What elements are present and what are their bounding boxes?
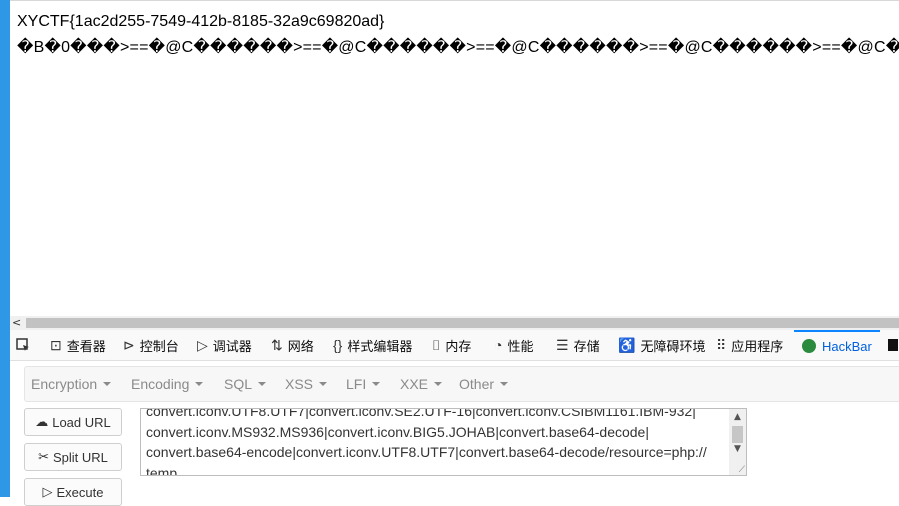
menu-encoding[interactable]: Encoding xyxy=(131,367,204,401)
menu-xss[interactable]: XSS xyxy=(285,367,328,401)
button-label: Split URL xyxy=(52,449,108,465)
tab-label: 网络 xyxy=(287,338,314,354)
scroll-down-icon[interactable]: ▼ xyxy=(729,441,746,457)
tab-label: 应用程序 xyxy=(731,338,784,354)
tab-inspector[interactable]: ⊡ 查看器 xyxy=(50,330,106,360)
tab-label: 内存 xyxy=(445,338,472,354)
chevron-down-icon xyxy=(258,382,267,386)
menu-label: Encoding xyxy=(131,376,190,392)
url-text[interactable]: convert.iconv.UTF8.UTF7|convert.iconv.SE… xyxy=(146,409,731,475)
menu-label: SQL xyxy=(224,376,253,392)
tab-label: 存储 xyxy=(573,338,600,354)
network-icon: ⇅ xyxy=(271,336,283,353)
button-label: Execute xyxy=(56,484,104,500)
hackbar-icon xyxy=(802,339,816,353)
inspector-icon: ⊡ xyxy=(50,336,62,353)
menu-label: LFI xyxy=(346,376,367,392)
tab-performance[interactable]: ◔ 性能 xyxy=(494,330,533,360)
execute-button[interactable]: ▷ Execute xyxy=(24,478,122,506)
tab-label: 控制台 xyxy=(139,338,179,354)
tab-label: 样式编辑器 xyxy=(347,338,413,354)
horizontal-scrollbar[interactable]: < xyxy=(10,316,899,330)
window-left-edge xyxy=(0,0,10,497)
tab-debugger[interactable]: ▷ 调试器 xyxy=(197,330,252,360)
devtools-toolbar: ⊡ 查看器 ⊳ 控制台 ▷ 调试器 ⇅ 网络 {} 样式编辑器 ⌷ 内存 ◔ 性能 ☰ 存储 ♿… xyxy=(10,330,899,361)
style-editor-icon: {} xyxy=(333,337,343,353)
tab-style-editor[interactable]: {} 样式编辑器 xyxy=(333,330,412,360)
menu-label: Other xyxy=(459,376,495,392)
tab-accessibility[interactable]: ♿ 无障碍环境 xyxy=(618,330,705,360)
chevron-down-icon xyxy=(195,382,204,386)
chevron-down-icon xyxy=(434,382,443,386)
menu-encryption[interactable]: Encryption xyxy=(31,367,112,401)
button-label: Load URL xyxy=(52,414,111,430)
hackbar-panel: Encryption Encoding SQL XSS LFI XXE Othe… xyxy=(10,361,899,506)
chevron-down-icon xyxy=(500,382,509,386)
url-textarea[interactable]: convert.iconv.UTF8.UTF7|convert.iconv.SE… xyxy=(140,408,747,476)
tab-hackbar[interactable]: HackBar xyxy=(794,330,880,360)
tab-label: 无障碍环境 xyxy=(640,338,706,354)
hackbar-menubar: Encryption Encoding SQL XSS LFI XXE Othe… xyxy=(24,366,899,402)
scissors-icon: ✂ xyxy=(38,449,49,464)
menu-label: Encryption xyxy=(31,376,98,392)
performance-icon: ◔ xyxy=(494,337,503,353)
chevron-down-icon xyxy=(372,382,381,386)
menu-label: XSS xyxy=(285,376,314,392)
application-icon: ⠿ xyxy=(716,336,727,353)
tab-label: HackBar xyxy=(822,338,872,354)
more-tabs-icon[interactable] xyxy=(888,330,898,360)
tab-network[interactable]: ⇅ 网络 xyxy=(271,330,314,360)
menu-sql[interactable]: SQL xyxy=(224,367,267,401)
binary-output-text: �B�0���>==�@C������>==�@C������>==�@C���… xyxy=(17,39,899,56)
page-content: XYCTF{1ac2d255-7549-412b-8185-32a9c69820… xyxy=(10,0,899,317)
scroll-left-icon[interactable]: < xyxy=(12,316,21,330)
split-url-button[interactable]: ✂ Split URL xyxy=(24,443,122,471)
tab-label: 查看器 xyxy=(66,338,106,354)
tab-console[interactable]: ⊳ 控制台 xyxy=(123,330,179,360)
tab-memory[interactable]: ⌷ 内存 xyxy=(432,330,471,360)
tab-storage[interactable]: ☰ 存储 xyxy=(556,330,600,360)
flag-text: XYCTF{1ac2d255-7549-412b-8185-32a9c69820… xyxy=(17,13,385,30)
play-icon: ▷ xyxy=(42,484,53,499)
scrollbar-thumb[interactable] xyxy=(26,318,899,328)
console-icon: ⊳ xyxy=(123,336,135,353)
tab-label: 调试器 xyxy=(212,338,252,354)
menu-label: XXE xyxy=(400,376,429,392)
cloud-download-icon: ☁ xyxy=(35,414,49,429)
resize-handle-icon[interactable]: ⟋ xyxy=(739,465,745,475)
menu-xxe[interactable]: XXE xyxy=(400,367,443,401)
chevron-down-icon xyxy=(319,382,328,386)
accessibility-icon: ♿ xyxy=(618,336,636,353)
element-picker-icon[interactable] xyxy=(16,338,30,352)
tab-label: 性能 xyxy=(507,338,534,354)
scroll-up-icon[interactable]: ▲ xyxy=(729,409,746,425)
load-url-button[interactable]: ☁ Load URL xyxy=(24,408,122,436)
debugger-icon: ▷ xyxy=(197,336,208,353)
menu-lfi[interactable]: LFI xyxy=(346,367,381,401)
menu-other[interactable]: Other xyxy=(459,367,509,401)
chevron-down-icon xyxy=(103,382,112,386)
tab-application[interactable]: ⠿ 应用程序 xyxy=(716,330,783,360)
storage-icon: ☰ xyxy=(556,336,569,353)
memory-icon: ⌷ xyxy=(432,336,441,353)
